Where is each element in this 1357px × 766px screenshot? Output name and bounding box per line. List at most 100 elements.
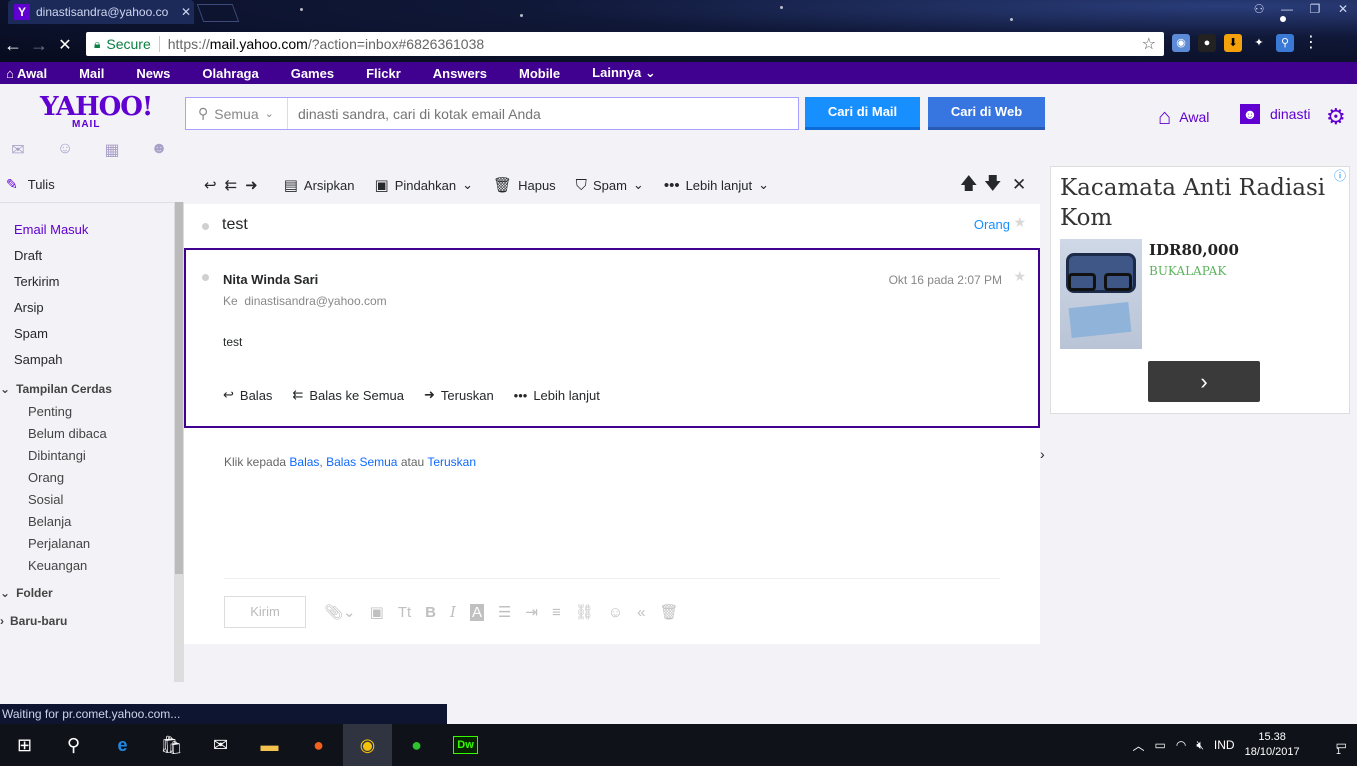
nav-news[interactable]: News (136, 66, 170, 81)
home-link[interactable]: ⌂ Awal (1158, 104, 1209, 130)
search-scope-dropdown[interactable]: ⚲ Semua ⌄ (186, 98, 288, 129)
folder-drafts[interactable]: Draft (14, 248, 88, 274)
forward-button[interactable]: ➜ Teruskan (424, 387, 494, 403)
search-web-button[interactable]: Cari di Web (928, 97, 1045, 130)
bold-icon[interactable]: B (425, 604, 436, 621)
ad-next-button[interactable]: › (1148, 361, 1260, 402)
reply-button[interactable]: ↩ Balas (223, 387, 272, 403)
previous-message-icon[interactable]: 🡅 (960, 171, 977, 200)
extension-icon[interactable]: ◉ (1172, 34, 1190, 52)
hint-reply-all-link[interactable]: Balas Semua (326, 455, 397, 469)
smart-view-item[interactable]: Belum dibaca (28, 426, 107, 448)
hint-forward-link[interactable]: Teruskan (427, 455, 476, 469)
send-button[interactable]: Kirim (224, 596, 306, 628)
people-link[interactable]: Orang (974, 217, 1010, 232)
search-input[interactable] (288, 98, 798, 129)
green-app-icon[interactable]: ● (392, 724, 441, 766)
star-icon[interactable]: ★ (1013, 214, 1026, 231)
ad-panel[interactable]: Kacamata Anti Radiasi Kom ⓘ IDR80,000 BU… (1050, 166, 1350, 414)
menu-icon[interactable]: ⋮ (1302, 34, 1320, 52)
smart-view-item[interactable]: Dibintangi (28, 448, 107, 470)
messenger-icon[interactable]: ☻ (149, 140, 169, 160)
download-extension-icon[interactable]: ⬇ (1224, 34, 1242, 52)
folder-trash[interactable]: Sampah (14, 352, 88, 378)
search-extension-icon[interactable]: ⚲ (1276, 34, 1294, 52)
archive-button[interactable]: ▤ Arsipkan (284, 176, 355, 194)
sidebar-scrollbar[interactable] (174, 202, 184, 682)
smart-views-toggle[interactable]: ⌄ Tampilan Cerdas (0, 382, 112, 396)
extension-icon[interactable]: ● (1198, 34, 1216, 52)
calendar-icon[interactable]: ▦ (102, 140, 122, 160)
search-mail-button[interactable]: Cari di Mail (805, 97, 920, 130)
smart-view-item[interactable]: Perjalanan (28, 536, 107, 558)
more-button[interactable]: ••• Lebih lanjut ⌄ (664, 177, 769, 194)
edge-icon[interactable]: e (98, 724, 147, 766)
hint-reply-link[interactable]: Balas (289, 455, 319, 469)
browser-tab[interactable]: Y dinastisandra@yahoo.co ✕ (8, 0, 194, 24)
windows-start-icon[interactable]: ⊞ (0, 724, 49, 766)
reply-all-button[interactable]: ⇇ Balas ke Semua (292, 387, 404, 403)
extension-icon[interactable]: ✦ (1250, 34, 1268, 52)
bullet-list-icon[interactable]: ☰ (498, 603, 511, 621)
language-indicator[interactable]: IND (1214, 738, 1235, 752)
compose-button[interactable]: ✎ Tulis (6, 176, 55, 193)
sticker-icon[interactable]: ▣ (370, 603, 384, 621)
back-icon[interactable]: ← (0, 35, 26, 56)
store-icon[interactable]: 🛍︎ (147, 724, 196, 766)
chrome-icon[interactable]: ◉ (343, 724, 392, 766)
folder-spam[interactable]: Spam (14, 326, 88, 352)
indent-icon[interactable]: ⇥ (525, 603, 538, 621)
profile-link[interactable]: ☻ dinasti (1240, 104, 1310, 124)
address-bar[interactable]: 🔒︎ Secure https://mail.yahoo.com/?action… (86, 32, 1164, 56)
nav-answers[interactable]: Answers (433, 66, 487, 81)
ad-info-icon[interactable]: ⓘ (1334, 167, 1346, 184)
sender-name[interactable]: Nita Winda Sari (223, 272, 318, 287)
chevron-right-icon[interactable]: › (1040, 446, 1045, 462)
yahoo-logo[interactable]: YAHOO! (40, 94, 153, 120)
smart-view-item[interactable]: Belanja (28, 514, 107, 536)
text-color-icon[interactable]: A (469, 603, 484, 621)
dreamweaver-icon[interactable]: Dw (441, 724, 490, 766)
minimize-icon[interactable]: — (1273, 0, 1301, 18)
smart-view-item[interactable]: Orang (28, 470, 107, 492)
mail-app-icon[interactable]: ✉ (196, 724, 245, 766)
user-icon[interactable]: ⚇ (1245, 0, 1273, 18)
nav-games[interactable]: Games (291, 66, 334, 81)
emoji-icon[interactable]: ☺ (608, 604, 623, 621)
next-message-icon[interactable]: 🡇 (984, 171, 1001, 200)
collapse-icon[interactable]: « (637, 604, 645, 621)
read-dot-icon[interactable] (202, 223, 209, 230)
link-icon[interactable]: ⛓ (575, 603, 594, 621)
reply-icon[interactable]: ↩ (204, 176, 217, 194)
mail-icon[interactable]: ✉ (8, 140, 28, 160)
font-size-icon[interactable]: Tt (398, 604, 411, 621)
star-icon[interactable]: ★ (1013, 268, 1026, 285)
wifi-icon[interactable]: ◠ (1176, 738, 1186, 752)
folder-sent[interactable]: Terkirim (14, 274, 88, 300)
stop-loading-icon[interactable]: ✕ (52, 35, 78, 55)
contacts-icon[interactable]: ☺ (55, 140, 75, 160)
close-window-icon[interactable]: ✕ (1329, 0, 1357, 18)
reply-all-icon[interactable]: ⇇ (225, 176, 238, 194)
close-message-icon[interactable]: ✕ (1012, 175, 1026, 195)
notifications-icon[interactable]: ▭ 1 (1336, 738, 1347, 756)
italic-icon[interactable]: I (450, 603, 456, 621)
forward-icon[interactable]: → (26, 35, 52, 56)
nav-olahraga[interactable]: Olahraga (202, 66, 258, 81)
align-icon[interactable]: ≡ (552, 604, 561, 621)
volume-muted-icon[interactable]: 🔇︎ (1196, 738, 1204, 753)
network-device-icon[interactable]: ▭ (1155, 738, 1166, 752)
folder-archive[interactable]: Arsip (14, 300, 88, 326)
nav-mail[interactable]: Mail (79, 66, 104, 81)
smart-view-item[interactable]: Penting (28, 404, 107, 426)
forward-icon[interactable]: ➜ (245, 176, 258, 194)
folder-inbox[interactable]: Email Masuk (14, 222, 88, 248)
restore-icon[interactable]: ❐ (1301, 0, 1329, 18)
chevron-up-icon[interactable]: ︿ (1133, 737, 1145, 754)
nav-lainnya[interactable]: Lainnya ⌄ (592, 65, 656, 81)
ad-product-image[interactable] (1060, 239, 1142, 349)
spam-button[interactable]: ⛉ Spam ⌄ (576, 177, 644, 194)
search-icon[interactable]: ⚲ (49, 724, 98, 766)
smart-view-item[interactable]: Keuangan (28, 558, 107, 580)
file-explorer-icon[interactable]: ▬ (245, 724, 294, 766)
